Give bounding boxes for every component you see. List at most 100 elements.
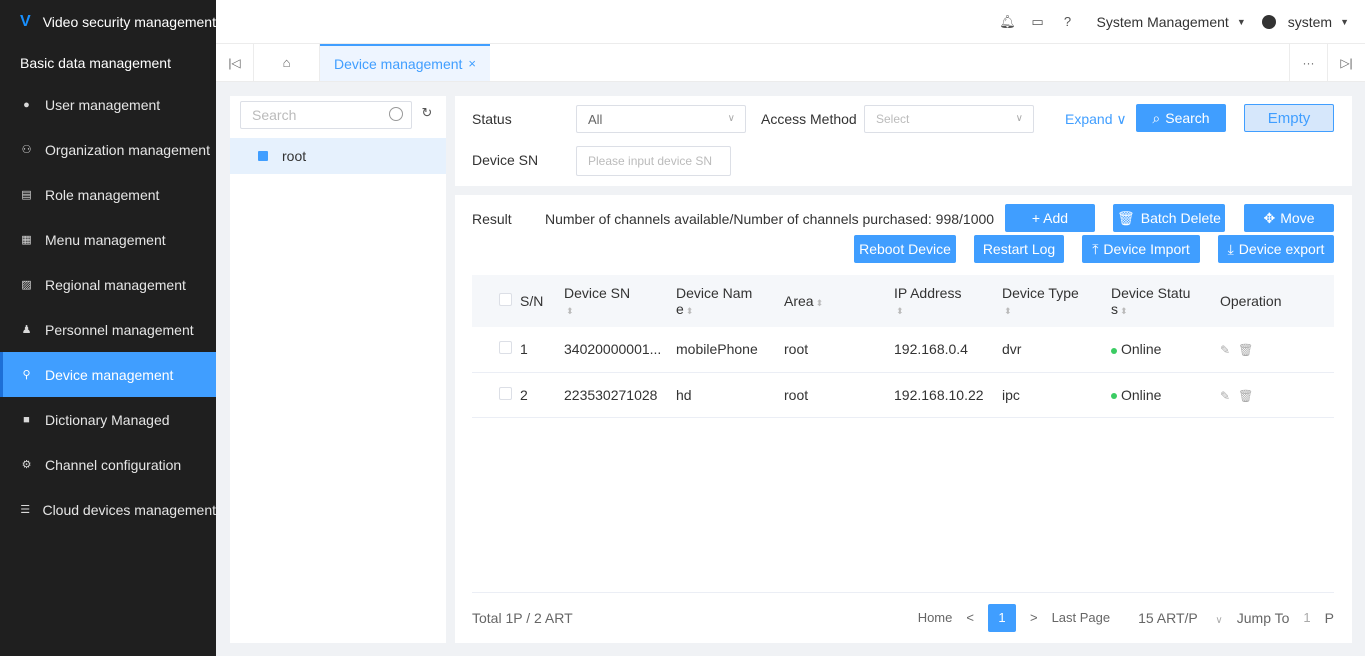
sidebar-item-channel-configuration[interactable]: ⚙ Channel configuration	[0, 442, 216, 487]
sidebar-item-user-management[interactable]: ● User management	[0, 82, 216, 127]
cell-type: dvr	[1002, 341, 1022, 358]
sidebar-item-organization-management[interactable]: ⚇ Organization management	[0, 127, 216, 172]
header-ip[interactable]: IP Address ⬍	[894, 275, 1002, 327]
reboot-device-button[interactable]: Reboot Device	[854, 235, 956, 263]
restart-log-button[interactable]: Restart Log	[974, 235, 1064, 263]
sort-icon[interactable]: ⬍	[1004, 306, 1012, 316]
restart-log-label: Restart Log	[982, 241, 1056, 257]
add-button[interactable]: + Add	[1005, 204, 1095, 232]
header-type[interactable]: Device Type ⬍	[1002, 275, 1111, 327]
sort-icon[interactable]: ⬍	[566, 306, 574, 316]
status-value: All	[588, 111, 603, 127]
header-device-sn[interactable]: Device SN ⬍	[564, 275, 676, 327]
header-area-label: Area	[784, 293, 814, 309]
home-tab-icon[interactable]: ⌂	[254, 44, 320, 81]
device-sn-label: Device SN	[472, 152, 539, 168]
expand-link[interactable]: Expand ∨	[1065, 111, 1127, 128]
device-export-button[interactable]: ⤓ Device export	[1218, 235, 1334, 263]
sidebar-item-label: User management	[45, 96, 161, 113]
sidebar-item-label: Regional management	[45, 276, 186, 293]
device-import-button[interactable]: ⤒ Device Import	[1082, 235, 1200, 263]
access-method-select[interactable]: Select ∨	[864, 105, 1034, 133]
edit-icon[interactable]: ✎	[1220, 389, 1230, 403]
sidebar-item-label: Personnel management	[45, 321, 194, 338]
jump-to-label: Jump To	[1236, 609, 1290, 626]
pagination-last[interactable]: Last Page	[1052, 610, 1111, 625]
sidebar-item-cloud-devices-management[interactable]: ☰ Cloud devices management	[0, 487, 216, 532]
header-status[interactable]: Device Statu s ⬍	[1111, 275, 1220, 327]
tree-search-input[interactable]: Search	[240, 101, 412, 129]
device-export-label: Device export	[1238, 241, 1325, 257]
header-sn-label: S/N	[520, 293, 544, 309]
sort-icon[interactable]: ⬍	[816, 298, 824, 308]
edit-icon[interactable]: ✎	[1220, 343, 1230, 357]
row-checkbox[interactable]	[499, 341, 512, 355]
sidebar-item-personnel-management[interactable]: ♟ Personnel management	[0, 307, 216, 352]
table-header-row: S/N Device SN ⬍ Device Nam e ⬍ Area ⬍ IP Add…	[472, 275, 1334, 327]
pagination-current-page[interactable]: 1	[987, 603, 1016, 632]
empty-button[interactable]: Empty	[1244, 104, 1334, 132]
system-menu-dropdown[interactable]: System Management ▼	[1097, 14, 1246, 30]
online-dot-icon	[1111, 392, 1117, 399]
sidebar-item-regional-management[interactable]: ▨ Regional management	[0, 262, 216, 307]
collapse-right-icon[interactable]: ▷|	[1327, 44, 1365, 81]
avatar[interactable]	[1261, 14, 1276, 29]
notification-bell-icon[interactable]: 🔔︎	[999, 14, 1016, 29]
cell-device-sn: 34020000001...	[564, 341, 662, 358]
top-header: 🔔︎ ▭ ? System Management ▼ system ▼	[216, 0, 1365, 44]
sort-icon[interactable]: ⬍	[1120, 306, 1128, 316]
pagination-home[interactable]: Home	[918, 610, 953, 625]
cell-device-name: hd	[676, 386, 692, 403]
chevron-down-icon: ∨	[727, 113, 735, 124]
pagination-next[interactable]: >	[1030, 610, 1038, 625]
jump-to-input[interactable]: 1	[1303, 610, 1310, 625]
sort-icon[interactable]: ⬍	[686, 306, 694, 316]
folder-icon	[258, 151, 268, 161]
row-checkbox[interactable]	[499, 386, 512, 400]
table-row: 2 223530271028 hd root 192.168.10.22 ipc…	[472, 372, 1334, 417]
sidebar-item-role-management[interactable]: ▤ Role management	[0, 172, 216, 217]
sidebar: V Video security management Basic data m…	[0, 0, 216, 656]
search-button[interactable]: ⌕ Search	[1136, 104, 1226, 132]
status-text: Online	[1121, 386, 1162, 403]
help-icon[interactable]: ?	[1061, 14, 1075, 29]
table-row: 1 34020000001... mobilePhone root 192.16…	[472, 327, 1334, 372]
cell-device-sn: 223530271028	[564, 386, 658, 403]
per-page-select[interactable]: 15 ART/P ∨	[1124, 610, 1223, 626]
header-area[interactable]: Area ⬍	[784, 275, 894, 327]
menu-icon: ▦	[21, 234, 32, 246]
pagination-prev[interactable]: <	[966, 610, 974, 625]
header-operation-label: Operation	[1220, 293, 1282, 309]
refresh-icon[interactable]: ↻	[420, 106, 434, 120]
delete-icon[interactable]: 🗑︎	[1238, 389, 1253, 403]
sidebar-item-menu-management[interactable]: ▦ Menu management	[0, 217, 216, 262]
sidebar-item-dictionary-managed[interactable]: ■ Dictionary Managed	[0, 397, 216, 442]
user-dropdown[interactable]: system ▼	[1288, 14, 1349, 30]
collapse-left-icon[interactable]: |◁	[216, 44, 254, 81]
tree-node-root[interactable]: root	[230, 138, 446, 174]
message-icon[interactable]: ▭	[1031, 14, 1045, 29]
select-all-checkbox[interactable]	[499, 293, 512, 306]
more-icon[interactable]: ···	[1289, 44, 1327, 81]
move-button[interactable]: ✥ Move	[1244, 204, 1334, 232]
header-device-name-label-wrap: e	[676, 301, 684, 317]
device-sn-input[interactable]: Please input device SN	[576, 146, 731, 176]
sidebar-item-label: Organization management	[45, 141, 210, 158]
role-icon: ▤	[21, 189, 32, 201]
caret-down-icon: ▼	[1236, 16, 1246, 27]
online-dot-icon	[1111, 347, 1117, 354]
batch-delete-button[interactable]: 🗑︎ Batch Delete	[1113, 204, 1225, 232]
status-select[interactable]: All ∨	[576, 105, 746, 133]
close-icon[interactable]: ×	[468, 56, 476, 71]
chevron-down-icon: ∨	[1215, 614, 1223, 626]
sidebar-item-label: Role management	[45, 186, 160, 203]
header-status-label: Device Statu	[1111, 285, 1191, 301]
sidebar-item-device-management[interactable]: ⚲ Device management	[0, 352, 216, 397]
tab-device-management[interactable]: Device management ×	[320, 44, 490, 81]
cloud-devices-icon: ☰	[20, 504, 31, 516]
header-device-name[interactable]: Device Nam e ⬍	[676, 275, 784, 327]
header-device-name-label: Device Nam	[676, 285, 753, 301]
sort-icon[interactable]: ⬍	[896, 306, 904, 316]
delete-icon[interactable]: 🗑︎	[1238, 343, 1253, 357]
header-sn: S/N	[512, 275, 564, 327]
